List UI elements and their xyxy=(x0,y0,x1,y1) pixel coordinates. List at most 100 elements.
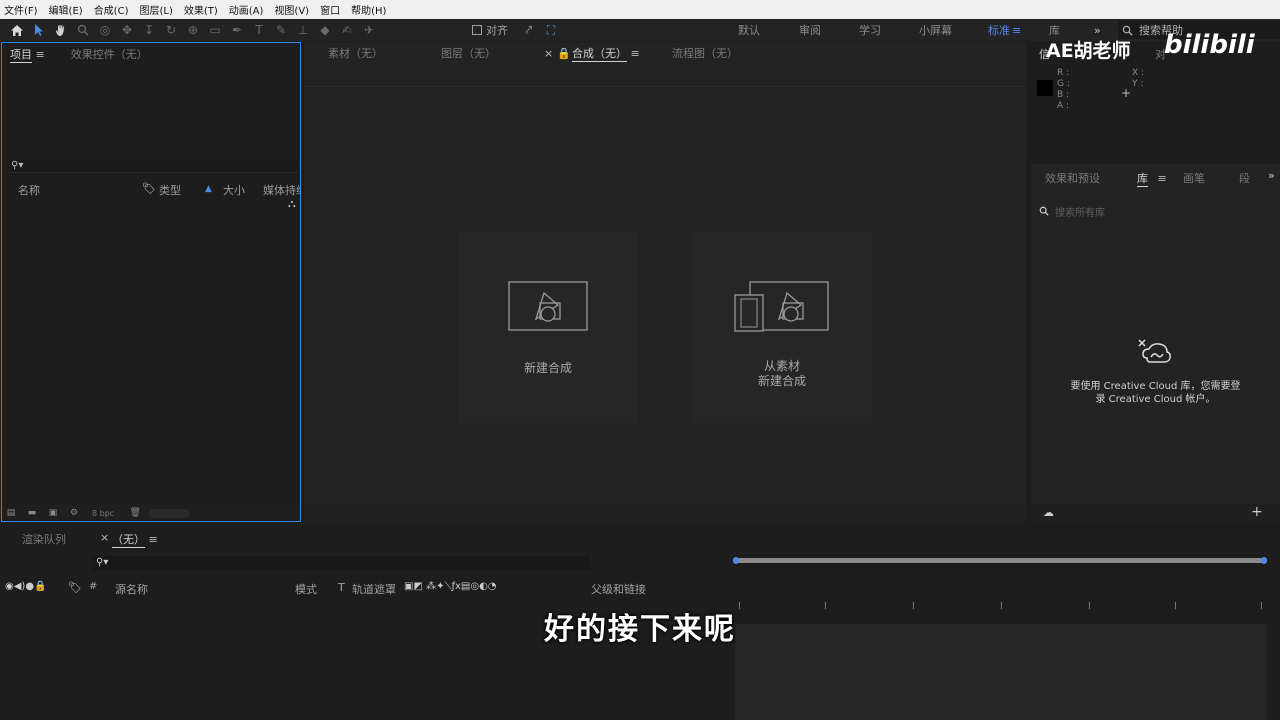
align-checkbox[interactable]: 对齐 xyxy=(472,22,508,38)
menu-effect[interactable]: 效果(T) xyxy=(184,2,218,17)
video-subtitle: 好的接下来呢 xyxy=(544,612,736,647)
bpc-indicator[interactable]: 8 bpc xyxy=(92,509,114,518)
column-media-duration[interactable]: 媒体持续 xyxy=(263,182,301,198)
workspace-standard[interactable]: 标准 xyxy=(988,19,1010,41)
tab-project[interactable]: 项目 ≡ xyxy=(10,46,45,63)
workspace-review[interactable]: 审阅 xyxy=(799,19,821,41)
pen-tool-icon[interactable]: ✒ xyxy=(226,19,248,41)
column-t[interactable]: T xyxy=(338,581,345,594)
rectangle-tool-icon[interactable]: ▭ xyxy=(204,19,226,41)
anchor-tool-icon[interactable]: ⊕ xyxy=(182,19,204,41)
tab-timeline-comp[interactable]: （无） ≡ xyxy=(112,531,158,548)
column-type[interactable]: 类型 xyxy=(159,182,181,198)
workspace-small-screen[interactable]: 小屏幕 xyxy=(919,19,952,41)
column-track-matte[interactable]: 轨道遮罩 xyxy=(352,581,396,597)
stamp-tool-icon[interactable]: ⊥ xyxy=(292,19,314,41)
project-search-input[interactable]: ⚲▾ xyxy=(8,159,298,173)
interpret-footage-icon[interactable]: ▤ xyxy=(4,508,18,519)
project-panel: 项目 ≡ 效果控件（无） ⚲▾ 名称 🏷 类型 ▲ 大小 媒体持续 ⛬ ▤ ▬ … xyxy=(1,42,301,522)
composition-viewer: 新建合成 从素材 新建合成 xyxy=(304,86,1026,504)
column-name[interactable]: 名称 xyxy=(18,182,40,198)
panel-overflow-icon[interactable]: » xyxy=(1268,169,1275,182)
grid-snap-icon[interactable]: ⛶ xyxy=(540,19,562,41)
horizontal-scrollbar[interactable] xyxy=(149,508,190,518)
libraries-panel: 效果和预设 库 ≡ 画笔 段 » 搜索所有库 要使用 Creative Clou… xyxy=(1031,164,1280,522)
roto-brush-tool-icon[interactable]: ✍ xyxy=(336,19,358,41)
tab-composition[interactable]: 合成（无） ≡ xyxy=(572,45,640,62)
adjust-settings-icon[interactable]: ⚙ xyxy=(67,508,81,519)
panel-menu-icon: ≡ xyxy=(148,533,158,546)
from-footage-label-line2: 新建合成 xyxy=(757,374,806,388)
a-label: A : xyxy=(1057,101,1070,111)
rotate-tool-icon[interactable]: ↻ xyxy=(160,19,182,41)
add-element-icon[interactable]: + xyxy=(1251,504,1263,520)
new-folder-icon[interactable]: ▬ xyxy=(25,508,39,519)
rgba-readout: R : G : B : A : xyxy=(1057,68,1070,112)
tab-render-queue[interactable]: 渲染队列 xyxy=(22,531,66,547)
workspace-standard-menu-icon[interactable]: ≡ xyxy=(1012,19,1021,41)
menu-help[interactable]: 帮助(H) xyxy=(351,2,386,17)
search-icon: ⚲▾ xyxy=(11,160,24,171)
tab-libraries[interactable]: 库 ≡ xyxy=(1137,170,1167,187)
hand-tool-icon[interactable] xyxy=(50,19,72,41)
tab-brushes[interactable]: 画笔 xyxy=(1183,170,1205,186)
label-tag-icon: 🏷 xyxy=(68,581,82,594)
project-tabs: 项目 ≡ 效果控件（无） xyxy=(10,43,148,65)
library-search-input[interactable]: 搜索所有库 xyxy=(1039,202,1271,220)
eraser-tool-icon[interactable]: ◆ xyxy=(314,19,336,41)
sort-ascending-icon: ▲ xyxy=(205,184,212,194)
align-label: 对齐 xyxy=(486,24,508,37)
menu-edit[interactable]: 编辑(E) xyxy=(49,2,83,17)
menu-animation[interactable]: 动画(A) xyxy=(229,2,264,17)
close-tab-icon[interactable]: × xyxy=(100,531,109,544)
brush-tool-icon[interactable]: ✎ xyxy=(270,19,292,41)
home-icon[interactable] xyxy=(6,19,28,41)
viewer-tabs: 素材（无） 图层（无） × 🔒 合成（无） ≡ 流程图（无） xyxy=(304,42,1026,64)
new-composition-icon xyxy=(508,281,588,331)
column-size[interactable]: 大小 xyxy=(223,182,245,198)
workspace-learn[interactable]: 学习 xyxy=(859,19,881,41)
dolly-tool-icon[interactable]: ↧ xyxy=(138,19,160,41)
lock-icon[interactable]: 🔒 xyxy=(557,47,571,60)
zoom-tool-icon[interactable] xyxy=(72,19,94,41)
menu-window[interactable]: 窗口 xyxy=(320,2,340,17)
menu-view[interactable]: 视图(V) xyxy=(274,2,309,17)
type-tool-icon[interactable]: T xyxy=(248,19,270,41)
sign-in-message-line1: 要使用 Creative Cloud 库，您需要登 xyxy=(1070,381,1241,392)
new-composition-label: 新建合成 xyxy=(523,361,572,375)
tab-paragraph[interactable]: 段 xyxy=(1239,170,1250,186)
snap-icon[interactable]: ⤤ xyxy=(518,19,540,41)
close-tab-icon[interactable]: × xyxy=(544,47,553,60)
tab-footage[interactable]: 素材（无） xyxy=(328,45,383,61)
column-mode[interactable]: 模式 xyxy=(295,581,317,597)
workspace-default[interactable]: 默认 xyxy=(738,19,760,41)
g-label: G : xyxy=(1057,79,1070,89)
orbit-tool-icon[interactable]: ◎ xyxy=(94,19,116,41)
tab-effects-presets[interactable]: 效果和预设 xyxy=(1045,170,1100,186)
new-composition-card[interactable]: 新建合成 xyxy=(458,231,638,423)
new-composition-icon[interactable]: ▣ xyxy=(46,508,60,519)
trash-icon[interactable]: 🗑 xyxy=(128,508,142,519)
menu-layer[interactable]: 图层(L) xyxy=(139,2,172,17)
library-footer: ☁ + xyxy=(1031,504,1280,522)
from-footage-card[interactable]: 从素材 新建合成 xyxy=(692,231,872,423)
tab-layer[interactable]: 图层（无） xyxy=(441,45,496,61)
watermark-text: AE胡老师 xyxy=(1046,40,1131,62)
column-parent-link[interactable]: 父级和链接 xyxy=(591,581,646,597)
flowchart-icon[interactable]: ⛬ xyxy=(288,197,296,211)
timeline-search-input[interactable]: ⚲▾ xyxy=(92,556,590,570)
work-area-bar[interactable] xyxy=(733,557,1267,564)
puppet-tool-icon[interactable]: ✈ xyxy=(358,19,380,41)
cloud-sync-icon[interactable]: ☁ xyxy=(1043,506,1054,519)
project-footer: ▤ ▬ ▣ ⚙ 8 bpc 🗑 xyxy=(2,505,300,521)
align-checkbox-box[interactable] xyxy=(472,25,482,35)
tab-flowchart[interactable]: 流程图（无） xyxy=(672,45,738,61)
pan-behind-tool-icon[interactable]: ✥ xyxy=(116,19,138,41)
tab-effect-controls[interactable]: 效果控件（无） xyxy=(71,46,148,62)
menu-file[interactable]: 文件(F) xyxy=(4,2,38,17)
xy-readout: X : Y : xyxy=(1132,68,1144,90)
selection-tool-icon[interactable] xyxy=(28,19,50,41)
menu-composition[interactable]: 合成(C) xyxy=(94,2,129,17)
menu-bar: 文件(F) 编辑(E) 合成(C) 图层(L) 效果(T) 动画(A) 视图(V… xyxy=(0,0,1280,19)
column-source-name[interactable]: 源名称 xyxy=(115,581,148,597)
